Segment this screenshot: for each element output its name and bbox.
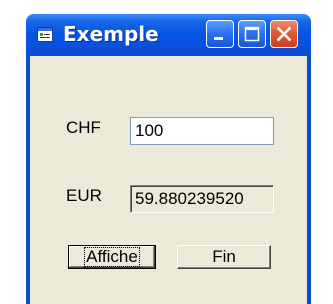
app-window-icon[interactable] (37, 27, 53, 42)
chf-input[interactable]: 100 (130, 117, 274, 145)
chf-label: CHF (66, 118, 101, 137)
fin-button[interactable]: Fin (177, 245, 271, 269)
fin-button-label: Fin (212, 247, 236, 266)
window-title: Exemple (63, 22, 159, 46)
title-bar[interactable]: Exemple (26, 14, 311, 56)
eur-output: 59.880239520 (130, 185, 274, 213)
maximize-button[interactable] (238, 20, 266, 48)
close-button[interactable] (270, 20, 298, 48)
minimize-button[interactable] (206, 20, 234, 48)
form-client-area: CHF 100 EUR 59.880239520 Affiche Fin (30, 56, 307, 304)
eur-label: EUR (66, 186, 102, 205)
app-window: Exemple CHF 100 EUR 59.880239520 Affiche… (26, 14, 311, 304)
affiche-button-label: Affiche (84, 247, 140, 267)
affiche-button[interactable]: Affiche (68, 245, 156, 269)
